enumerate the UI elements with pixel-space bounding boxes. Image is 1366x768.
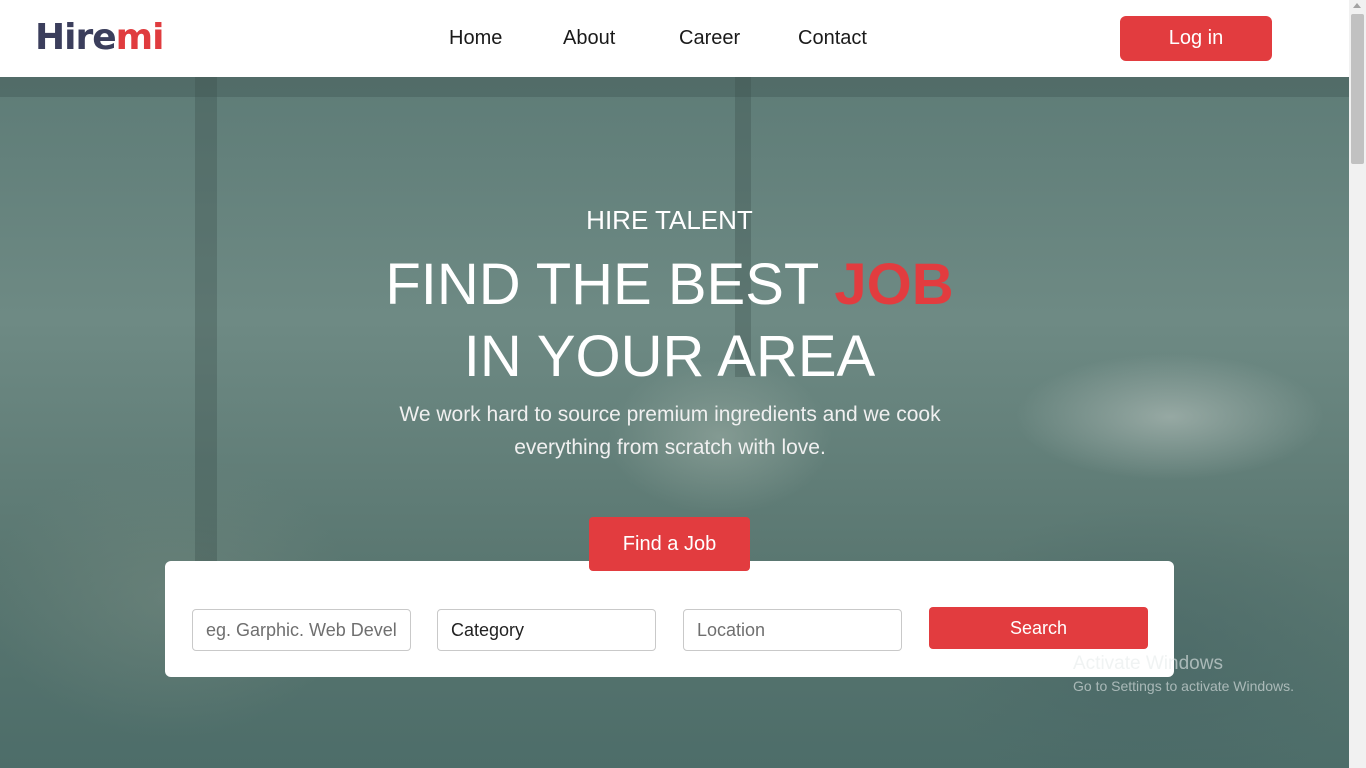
nav-contact[interactable]: Contact xyxy=(798,25,878,51)
job-search-card: Category Search xyxy=(165,561,1174,677)
page-scrollbar[interactable] xyxy=(1349,0,1366,768)
logo-text-primary: Hire xyxy=(35,17,117,58)
site-header: Hiremi Home About Career Contact Log in xyxy=(0,0,1349,77)
hiremi-logo[interactable]: Hiremi xyxy=(35,14,164,62)
nav-career[interactable]: Career xyxy=(679,25,798,51)
search-button[interactable]: Search xyxy=(929,607,1148,649)
logo-text-accent: mi xyxy=(115,17,165,58)
scrollbar-thumb[interactable] xyxy=(1351,14,1364,164)
hero-title-prefix: FIND THE BEST xyxy=(385,252,835,317)
keyword-input[interactable] xyxy=(192,609,411,651)
hero-section: HIRE TALENT FIND THE BEST JOB IN YOUR AR… xyxy=(0,77,1349,768)
location-input[interactable] xyxy=(683,609,902,651)
scroll-up-arrow-icon[interactable] xyxy=(1353,3,1361,8)
windows-activation-watermark: Activate Windows Go to Settings to activ… xyxy=(1073,652,1294,696)
watermark-title: Activate Windows xyxy=(1073,653,1223,674)
hero-title-accent: JOB xyxy=(834,252,954,317)
hero-description: We work hard to source premium ingredien… xyxy=(399,403,941,459)
login-button[interactable]: Log in xyxy=(1120,16,1272,61)
find-a-job-button[interactable]: Find a Job xyxy=(589,517,750,571)
nav-about[interactable]: About xyxy=(563,25,679,51)
hero-title: FIND THE BEST JOB IN YOUR AREA xyxy=(0,249,1339,393)
hero-eyebrow: HIRE TALENT xyxy=(586,205,753,235)
watermark-subtitle: Go to Settings to activate Windows. xyxy=(1073,678,1294,694)
category-select[interactable]: Category xyxy=(437,609,656,651)
hero-title-line2: IN YOUR AREA xyxy=(463,324,876,389)
main-nav: Home About Career Contact xyxy=(449,25,878,51)
nav-home[interactable]: Home xyxy=(449,25,563,51)
